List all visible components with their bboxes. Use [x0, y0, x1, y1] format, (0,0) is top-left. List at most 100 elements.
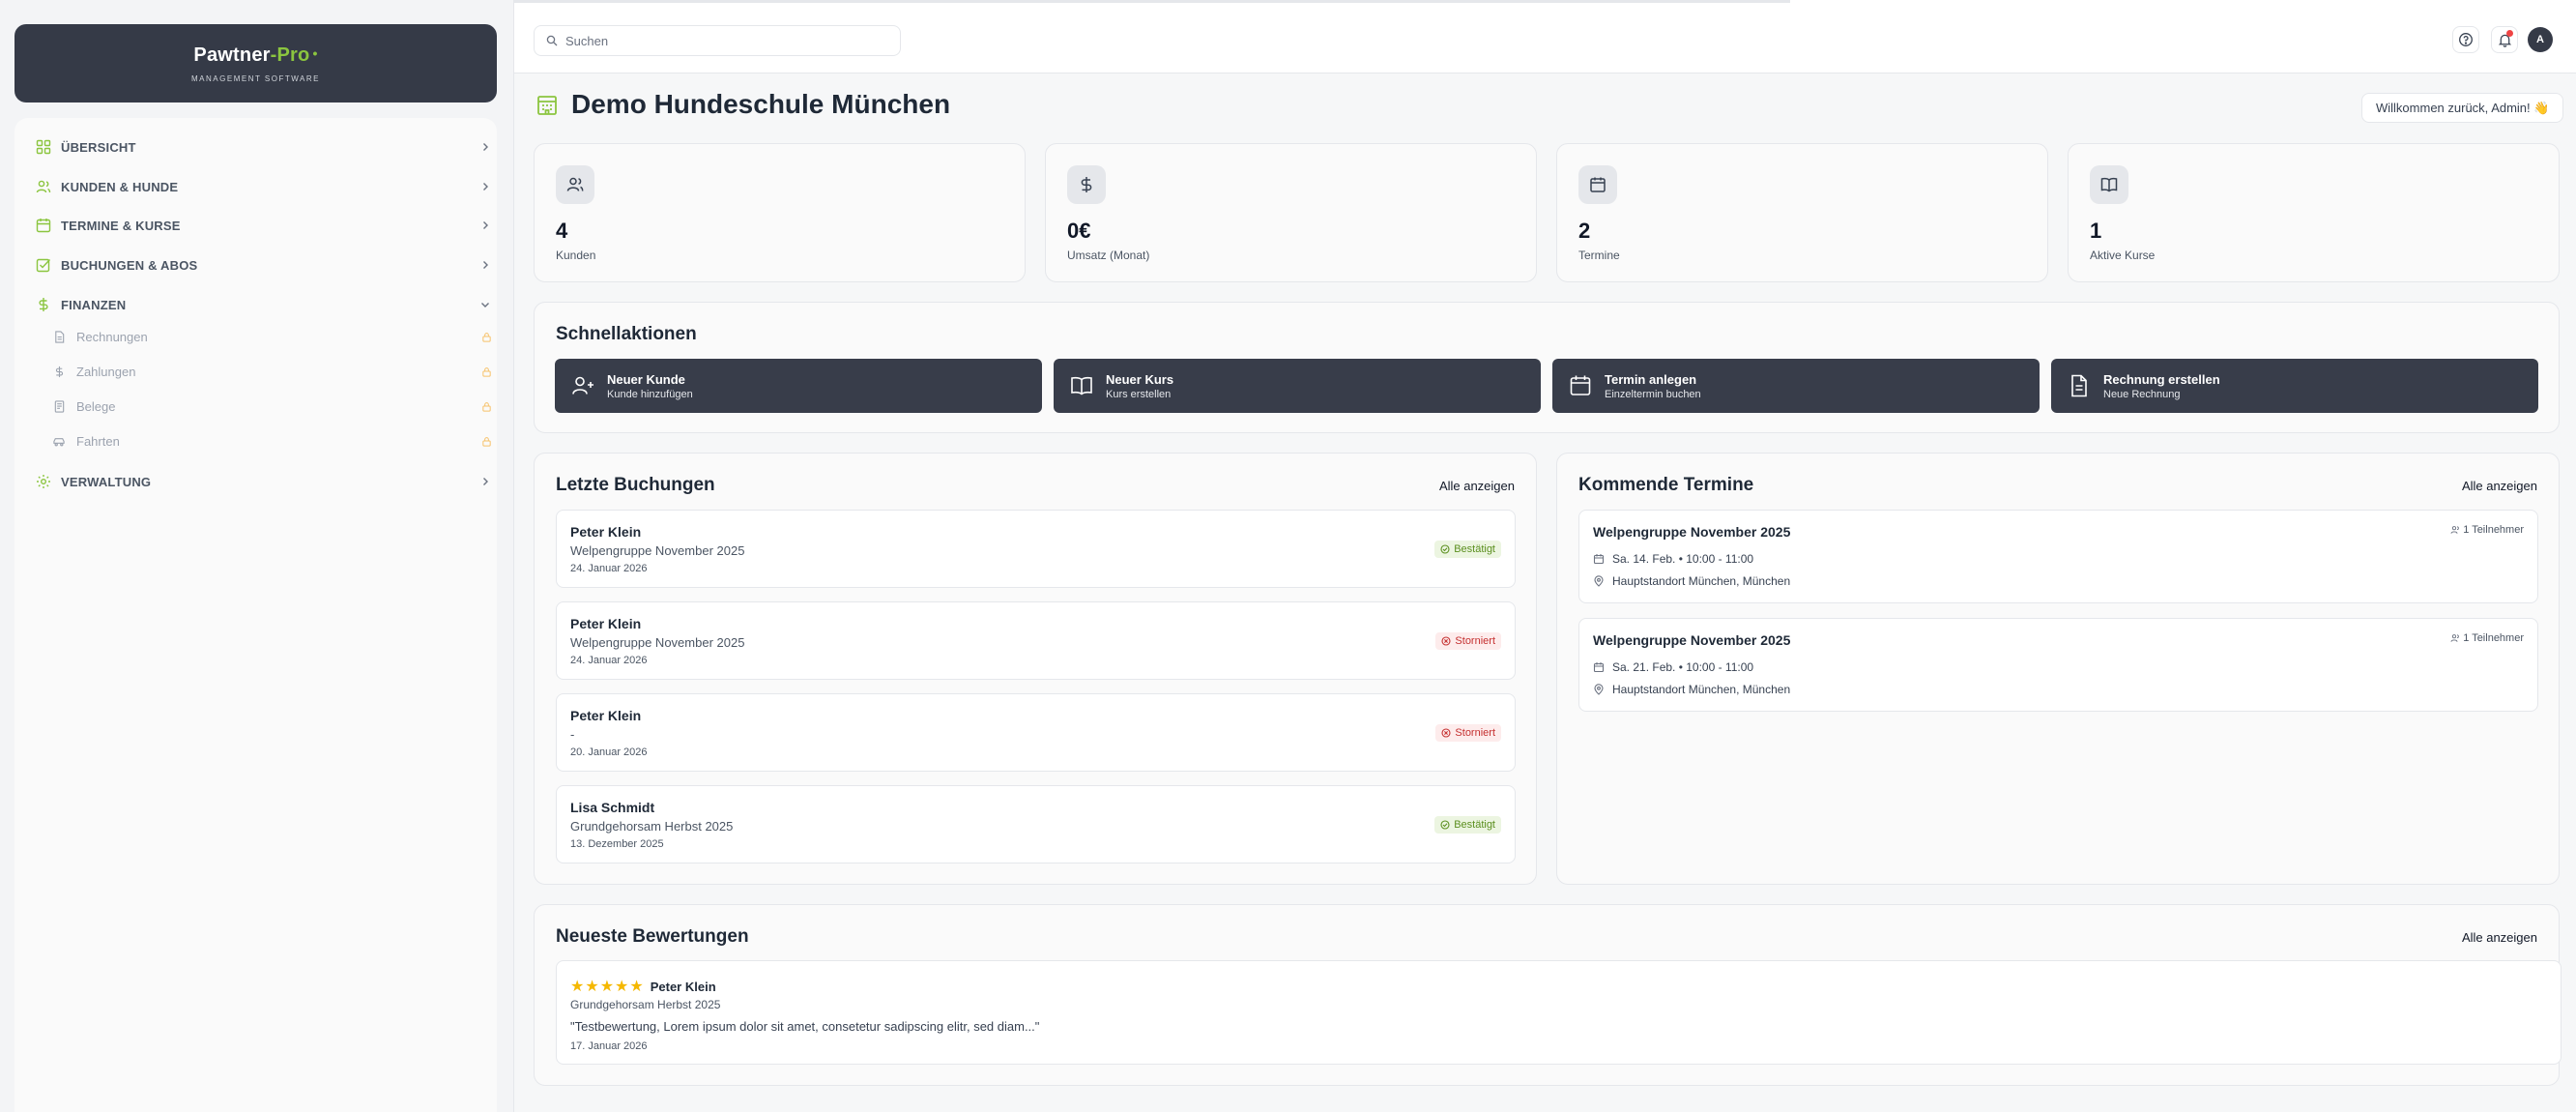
review-item[interactable]: ★ ★ ★ ★ ★ Peter Klein Grundgehorsam Herb… — [556, 960, 2562, 1065]
sidebar-item-kunden[interactable]: KUNDEN & HUNDE — [34, 172, 493, 201]
chevron-right-icon — [478, 474, 493, 489]
quick-action-title: Termin anlegen — [1605, 371, 1697, 387]
star-icon: ★ — [585, 979, 599, 995]
sidebar-item-finanzen[interactable]: FINANZEN — [34, 290, 493, 319]
book-icon — [1067, 371, 1096, 400]
book-icon — [2090, 165, 2128, 204]
quick-action-neuer-kurs[interactable]: Neuer Kurs Kurs erstellen — [1054, 359, 1541, 413]
dollar-icon — [1067, 165, 1106, 204]
stat-value: 4 — [556, 219, 568, 243]
stat-value: 2 — [1578, 219, 1591, 243]
sidebar-nav: ÜBERSICHT KUNDEN & HUNDE TERMINE & KURSE… — [14, 118, 497, 1112]
show-all-bookings-link[interactable]: Alle anzeigen — [1439, 479, 1515, 493]
stat-card-kunden[interactable]: 4 Kunden — [534, 143, 1026, 282]
receipt-icon — [51, 398, 67, 414]
users-icon — [34, 177, 53, 196]
map-pin-icon — [1593, 684, 1605, 695]
lock-icon — [479, 399, 493, 413]
search-icon — [546, 35, 558, 46]
brand-tagline: MANAGEMENT SOFTWARE — [191, 73, 320, 83]
x-circle-icon — [1441, 636, 1451, 646]
booking-item[interactable]: Peter Klein Welpengruppe November 2025 2… — [556, 601, 1516, 680]
section-title: Neueste Bewertungen — [556, 926, 749, 947]
sidebar-subitem-fahrten[interactable]: Fahrten — [51, 427, 493, 454]
upcoming-appointments-panel: Kommende Termine Alle anzeigen Welpengru… — [1556, 453, 2560, 885]
check-circle-icon — [1440, 820, 1450, 830]
loading-bar — [514, 0, 1790, 3]
users-icon — [556, 165, 594, 204]
quick-action-neuer-kunde[interactable]: Neuer Kunde Kunde hinzufügen — [555, 359, 1042, 413]
user-plus-icon — [568, 371, 597, 400]
section-title: Schnellaktionen — [556, 324, 697, 344]
sidebar-subitem-label: Rechnungen — [76, 329, 148, 344]
chevron-right-icon — [478, 218, 493, 233]
topbar: A — [514, 0, 2576, 73]
brand-name: Pawtner-Pro • — [193, 44, 318, 66]
sidebar: Pawtner-Pro • MANAGEMENT SOFTWARE ÜBERSIC… — [0, 0, 514, 1112]
appointment-item[interactable]: Welpengruppe November 2025 1 Teilnehmer … — [1578, 510, 2538, 603]
quick-action-subtitle: Kurs erstellen — [1106, 388, 1172, 400]
booking-item[interactable]: Peter Klein - 20. Januar 2026 Storniert — [556, 693, 1516, 772]
chevron-right-icon — [478, 179, 493, 194]
help-button[interactable] — [2452, 26, 2479, 53]
review-course: Grundgehorsam Herbst 2025 — [570, 998, 721, 1011]
quick-action-title: Neuer Kurs — [1106, 371, 1174, 387]
chevron-down-icon — [478, 297, 493, 312]
star-icon: ★ — [599, 979, 615, 995]
quick-action-termin-anlegen[interactable]: Termin anlegen Einzeltermin buchen — [1552, 359, 2040, 413]
quick-action-rechnung-erstellen[interactable]: Rechnung erstellen Neue Rechnung — [2051, 359, 2538, 413]
notifications-button[interactable] — [2491, 26, 2518, 53]
star-icon: ★ — [615, 979, 629, 995]
stat-card-kurse[interactable]: 1 Aktive Kurse — [2068, 143, 2560, 282]
review-author: Peter Klein — [650, 979, 716, 994]
brand-logo[interactable]: Pawtner-Pro • MANAGEMENT SOFTWARE — [14, 24, 497, 102]
appointment-item[interactable]: Welpengruppe November 2025 1 Teilnehmer … — [1578, 618, 2538, 712]
booking-course: - — [570, 727, 575, 742]
calendar-icon — [34, 216, 53, 235]
lock-icon — [479, 434, 493, 448]
show-all-appointments-link[interactable]: Alle anzeigen — [2462, 479, 2537, 493]
sidebar-subitem-label: Zahlungen — [76, 364, 136, 379]
star-icon: ★ — [629, 979, 644, 995]
calendar-icon — [1593, 661, 1605, 673]
sidebar-subitem-zahlungen[interactable]: Zahlungen — [51, 358, 493, 385]
users-icon — [2450, 633, 2460, 643]
appointment-location: Hauptstandort München, München — [1593, 574, 1790, 588]
avatar[interactable]: A — [2528, 27, 2553, 52]
search-box[interactable] — [534, 25, 901, 56]
help-icon — [2458, 32, 2474, 47]
stat-label: Termine — [1578, 249, 1620, 262]
car-icon — [51, 433, 67, 449]
calendar-icon — [1566, 371, 1595, 400]
show-all-reviews-link[interactable]: Alle anzeigen — [2462, 930, 2537, 945]
sidebar-item-termine[interactable]: TERMINE & KURSE — [34, 211, 493, 240]
welcome-badge: Willkommen zurück, Admin! 👋 — [2361, 93, 2564, 123]
stat-card-termine[interactable]: 2 Termine — [1556, 143, 2048, 282]
booking-item[interactable]: Lisa Schmidt Grundgehorsam Herbst 2025 1… — [556, 785, 1516, 863]
appointment-location: Hauptstandort München, München — [1593, 683, 1790, 696]
stat-value: 1 — [2090, 219, 2102, 243]
sidebar-subitem-rechnungen[interactable]: Rechnungen — [51, 323, 493, 350]
sidebar-item-verwaltung[interactable]: VERWALTUNG — [34, 467, 493, 496]
participants-count: 1 Teilnehmer — [2450, 524, 2524, 536]
sidebar-item-label: FINANZEN — [61, 297, 127, 312]
calendar-icon — [1578, 165, 1617, 204]
booking-course: Welpengruppe November 2025 — [570, 635, 745, 650]
appointment-title: Welpengruppe November 2025 — [1593, 524, 1791, 540]
sidebar-item-label: BUCHUNGEN & ABOS — [61, 257, 198, 273]
stat-label: Kunden — [556, 249, 596, 262]
sidebar-item-buchungen[interactable]: BUCHUNGEN & ABOS — [34, 250, 493, 279]
section-title: Kommende Termine — [1578, 475, 1754, 495]
building-icon — [535, 92, 560, 117]
sidebar-item-uebersicht[interactable]: ÜBERSICHT — [34, 132, 493, 161]
booking-item[interactable]: Peter Klein Welpengruppe November 2025 2… — [556, 510, 1516, 588]
booking-customer: Peter Klein — [570, 708, 642, 723]
sidebar-subitem-label: Fahrten — [76, 433, 120, 449]
latest-reviews-panel: Neueste Bewertungen Alle anzeigen ★ ★ ★ … — [534, 904, 2562, 1086]
sidebar-subitem-belege[interactable]: Belege — [51, 393, 493, 420]
search-input[interactable] — [565, 33, 875, 48]
star-rating: ★ ★ ★ ★ ★ Peter Klein — [570, 977, 716, 996]
stat-card-umsatz[interactable]: 0€ Umsatz (Monat) — [1045, 143, 1537, 282]
sidebar-item-label: ÜBERSICHT — [61, 139, 136, 155]
sidebar-item-label: VERWALTUNG — [61, 474, 152, 489]
